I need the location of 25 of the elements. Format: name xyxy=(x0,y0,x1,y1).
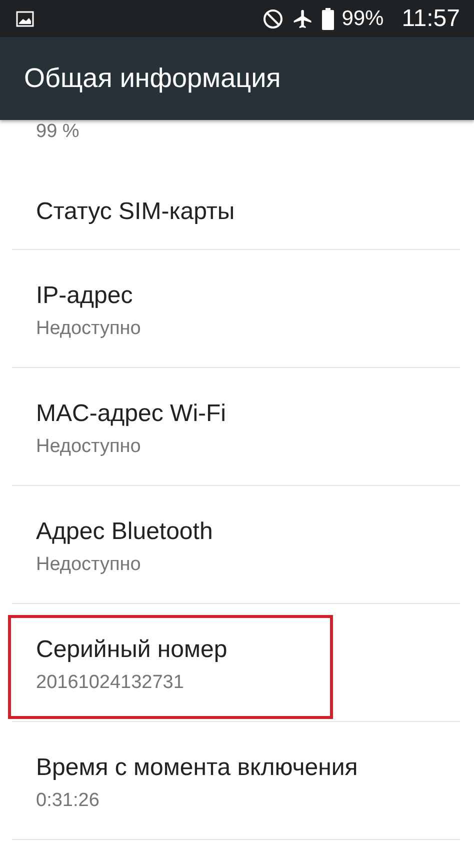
info-row[interactable]: Время с момента включения 0:31:26 xyxy=(12,722,460,840)
info-row[interactable]: Статус SIM-карты xyxy=(12,144,460,250)
do-not-disturb-icon xyxy=(262,8,284,30)
info-row[interactable]: Серийный номер 20161024132731 xyxy=(12,604,460,722)
item-value: 99 % xyxy=(36,121,80,143)
item-value: 20161024132731 xyxy=(36,671,185,695)
screen-title: Общая информация xyxy=(24,63,281,94)
item-title: Время с момента включения xyxy=(36,753,359,783)
item-value: Недоступно xyxy=(36,435,142,459)
airplane-icon xyxy=(292,8,314,30)
item-value: 0:31:26 xyxy=(36,789,100,813)
battery-icon xyxy=(322,8,334,30)
item-title: MAC-адрес Wi-Fi xyxy=(36,399,228,429)
info-row[interactable]: Адрес Bluetooth Недоступно xyxy=(12,486,460,604)
image-icon xyxy=(16,10,34,26)
item-title: Серийный номер xyxy=(36,635,228,665)
clock: 11:57 xyxy=(402,4,460,32)
item-value: Недоступно xyxy=(36,553,142,577)
item-title: Статус SIM-карты xyxy=(36,197,236,227)
item-value: Недоступно xyxy=(36,317,142,341)
battery-percent: 99% xyxy=(342,6,384,30)
info-row[interactable]: MAC-адрес Wi-Fi Недоступно xyxy=(12,368,460,486)
item-title: Адрес Bluetooth xyxy=(36,517,214,547)
info-row[interactable]: IP-адрес Недоступно xyxy=(12,250,460,368)
item-title: IP-адрес xyxy=(36,281,134,311)
